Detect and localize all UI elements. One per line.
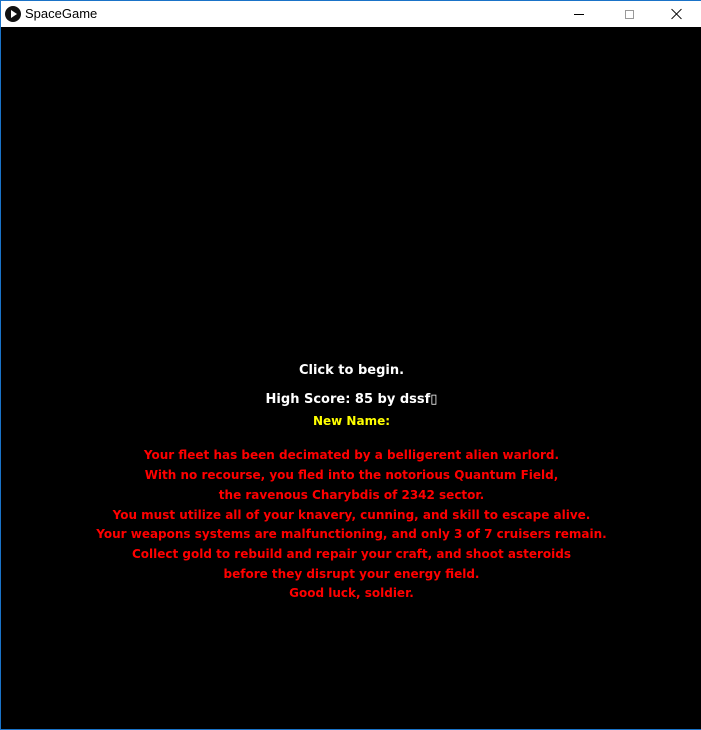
story-line: With no recourse, you fled into the noto…: [144, 468, 559, 482]
maximize-button[interactable]: [606, 1, 652, 27]
story-line: Collect gold to rebuild and repair your …: [131, 547, 571, 561]
new-name-label[interactable]: New Name:: [2, 414, 701, 428]
game-canvas[interactable]: Click to begin. High Score: 85 by dssf▯ …: [2, 27, 701, 729]
app-window: SpaceGame Click to begin. High Score: 85…: [0, 0, 701, 730]
minimize-icon: [574, 13, 584, 15]
story-line: Your fleet has been decimated by a belli…: [143, 448, 560, 462]
story-line: before they disrupt your energy field.: [223, 567, 480, 581]
maximize-icon: [624, 9, 634, 19]
close-button[interactable]: [654, 1, 700, 27]
story-line: Good luck, soldier.: [289, 586, 414, 600]
story-line: the ravenous Charybdis of 2342 sector.: [218, 488, 485, 502]
high-score: High Score: 85 by dssf▯: [265, 392, 438, 407]
window-title: SpaceGame: [25, 6, 98, 21]
close-icon: [671, 8, 683, 20]
minimize-button[interactable]: [556, 1, 602, 27]
title-bar[interactable]: SpaceGame: [1, 0, 701, 27]
start-prompt: Click to begin.: [298, 363, 405, 378]
story-line: You must utilize all of your knavery, cu…: [112, 508, 591, 522]
story-line: Your weapons systems are malfunctioning,…: [96, 527, 607, 541]
app-play-icon: [5, 6, 21, 22]
